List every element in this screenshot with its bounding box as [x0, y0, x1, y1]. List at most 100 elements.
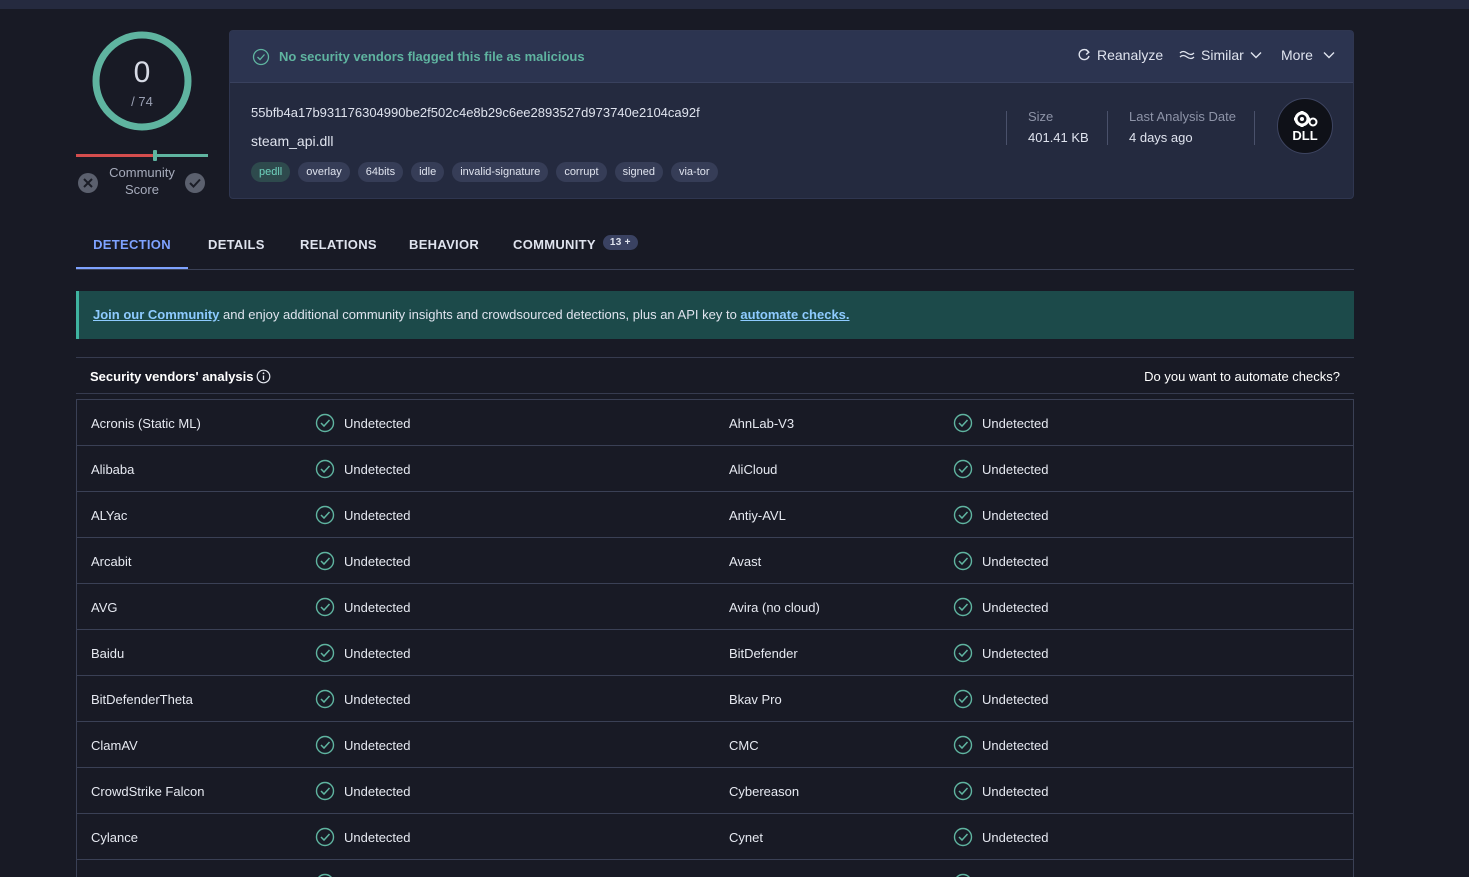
similar-label: Similar [1201, 47, 1244, 63]
vote-harmless-check-icon[interactable] [185, 173, 205, 193]
vendor-result: Undetected [953, 643, 1049, 663]
vendor-name: Cybereason [729, 784, 800, 799]
vendor-result: Undetected [953, 689, 1049, 709]
vendor-name: Antiy-AVL [729, 508, 786, 523]
vendor-result-label: Undetected [344, 415, 411, 431]
vendor-result: Undetected [315, 827, 411, 847]
vendor-result-label: Undetected [982, 829, 1049, 845]
card-header: No security vendors flagged this file as… [230, 31, 1353, 83]
vendor-name: AhnLab-V3 [729, 416, 795, 431]
check-circle-icon [953, 505, 973, 525]
vendor-result: Undetected [953, 597, 1049, 617]
vendor-result-label: Undetected [982, 645, 1049, 661]
vendor-result: Undetected [953, 459, 1049, 479]
check-circle-icon [318, 873, 332, 877]
vendor-result: Undetected [315, 551, 411, 571]
detection-total: / 74 [131, 94, 153, 109]
vendor-result-label: Undetected [982, 553, 1049, 569]
vendor-result [953, 873, 982, 877]
tab-details[interactable]: DETAILS [208, 228, 265, 269]
community-score-label: Community Score [109, 165, 175, 197]
community-count-badge: 13 + [602, 235, 638, 250]
vendor-name: AVG [91, 600, 118, 615]
tag-overlay[interactable]: overlay [298, 162, 350, 182]
vendor-result-label: Undetected [344, 691, 411, 707]
divider [1254, 111, 1255, 145]
vendor-name: Acronis (Static ML) [91, 416, 201, 431]
tag-invalid-signature[interactable]: invalid-signature [452, 162, 549, 182]
tag-64bits[interactable]: 64bits [357, 162, 404, 182]
divider [1006, 111, 1007, 145]
check-circle-icon [953, 689, 973, 709]
tag-pedll[interactable]: pedll [251, 162, 291, 182]
file-tags: pedll overlay 64bits idle invalid-signat… [251, 162, 718, 182]
check-circle-icon [315, 689, 335, 709]
vendor-result-label: Undetected [982, 507, 1049, 523]
last-analysis-value: 4 days ago [1129, 130, 1193, 145]
divider [1107, 111, 1108, 145]
check-circle-icon [953, 459, 973, 479]
check-circle-icon [315, 643, 335, 663]
info-icon[interactable] [256, 369, 271, 384]
vendor-name: ClamAV [91, 738, 138, 753]
detection-count: 0 [133, 56, 151, 89]
community-score-bar [76, 154, 208, 157]
vendor-result-label: Undetected [344, 645, 411, 661]
banner-text: and enjoy additional community insights … [219, 307, 741, 322]
vendor-name: Bkav Pro [729, 692, 782, 707]
table-row: CrowdStrike Falcon Undetected Cybereason Un… [77, 768, 1353, 814]
tag-signed[interactable]: signed [614, 162, 663, 182]
check-circle-icon [953, 827, 973, 847]
refresh-icon [1078, 48, 1090, 61]
check-circle-icon [953, 643, 973, 663]
vendor-name: Cynet [729, 830, 763, 845]
vendor-result-label: Undetected [982, 783, 1049, 799]
check-circle-icon [315, 735, 335, 755]
vendor-result: Undetected [953, 551, 1049, 571]
automate-checks-link[interactable]: automate checks. [740, 307, 849, 322]
vendor-name: Arcabit [91, 554, 132, 569]
chevron-down-icon [1250, 52, 1262, 59]
check-circle-icon [953, 551, 973, 571]
tab-relations[interactable]: RELATIONS [300, 228, 377, 269]
vendor-name: AliCloud [729, 462, 778, 477]
vendor-result: Undetected [953, 781, 1049, 801]
tag-via-tor[interactable]: via-tor [670, 162, 718, 182]
check-circle-icon [953, 781, 973, 801]
check-circle-icon [953, 597, 973, 617]
community-score-marker [153, 150, 157, 161]
join-community-link[interactable]: Join our Community [93, 307, 219, 322]
vote-harmless-no-icon[interactable] [78, 173, 98, 193]
vendor-result-label: Undetected [982, 415, 1049, 431]
vendor-name: ALYac [91, 508, 128, 523]
check-circle-icon [315, 827, 335, 847]
similar-button[interactable]: Similar [1179, 47, 1262, 63]
size-label: Size [1028, 109, 1054, 124]
vendor-result: Undetected [953, 505, 1049, 525]
reanalyze-button[interactable]: Reanalyze [1077, 47, 1163, 63]
tab-community[interactable]: COMMUNITY 13 + [513, 228, 638, 269]
tab-detection[interactable]: DETECTION [76, 228, 188, 269]
tag-idle[interactable]: idle [411, 162, 445, 182]
community-banner: Join our Community and enjoy additional … [76, 291, 1354, 339]
check-circle-icon [315, 551, 335, 571]
more-label: More [1281, 47, 1313, 63]
tag-corrupt[interactable]: corrupt [556, 162, 607, 182]
table-row: Arcabit Undetected Avast Undetected [77, 538, 1353, 584]
file-type-dll-icon: DLL [1277, 98, 1333, 154]
vendor-result-label: Undetected [344, 599, 411, 615]
last-analysis-label: Last Analysis Date [1129, 109, 1236, 124]
file-hash[interactable]: 55bfb4a17b931176304990be2f502c4e8b29c6ee… [251, 105, 700, 120]
vendor-result: Undetected [953, 735, 1049, 755]
table-row: Cylance Undetected Cynet Undetected [77, 814, 1353, 860]
vendor-result: Undetected [953, 413, 1049, 433]
vendor-result [315, 873, 344, 877]
vendor-name: Avast [729, 554, 762, 569]
vendor-result-label: Undetected [344, 829, 411, 845]
similar-icon [1179, 50, 1195, 60]
more-button[interactable]: More [1281, 47, 1335, 63]
vendor-result: Undetected [315, 735, 411, 755]
tab-behavior[interactable]: BEHAVIOR [409, 228, 479, 269]
automate-checks-prompt[interactable]: Do you want to automate checks? [1144, 369, 1340, 384]
vendor-result: Undetected [315, 689, 411, 709]
